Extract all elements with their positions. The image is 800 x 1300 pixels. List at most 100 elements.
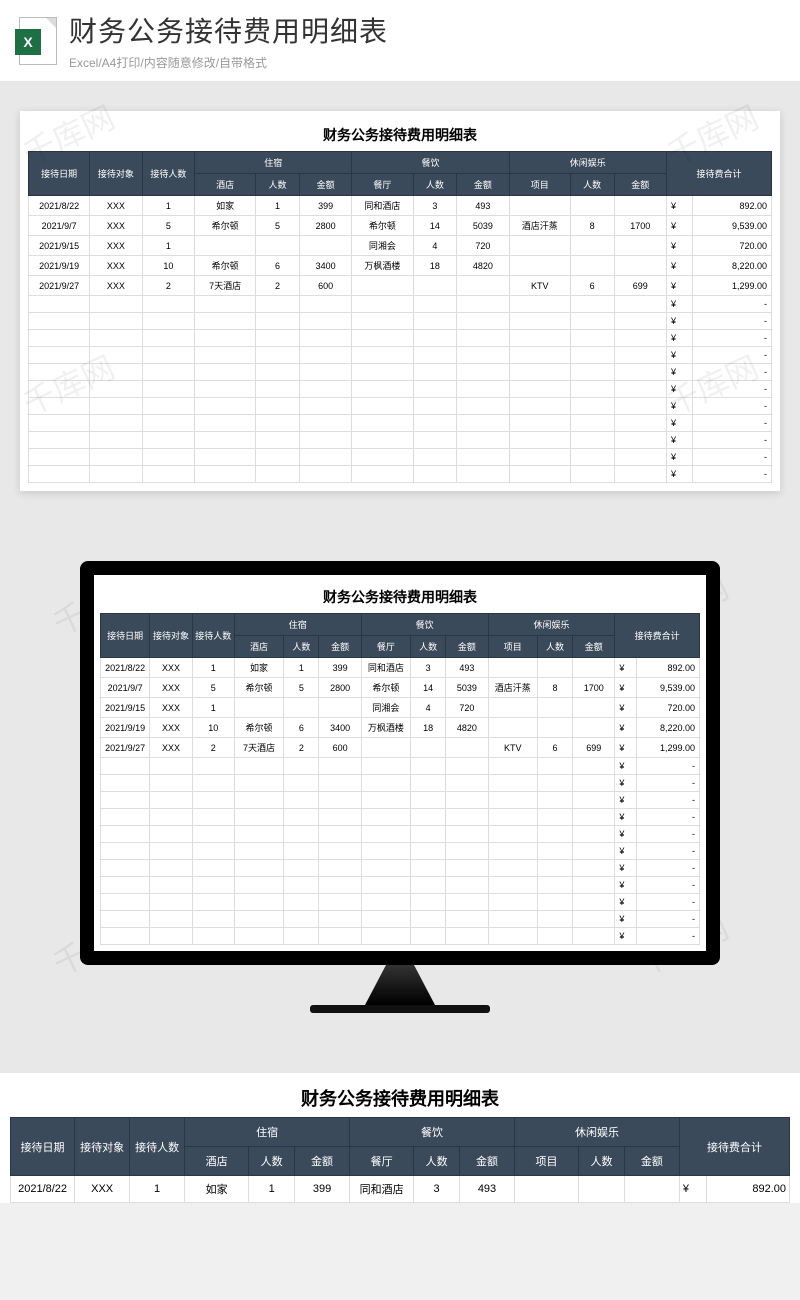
col-lodging: 住宿 (234, 614, 361, 636)
col-hotel: 酒店 (234, 636, 283, 658)
col-l-people: 人数 (256, 174, 300, 196)
monitor-screen: 财务公务接待费用明细表 接待日期接待对象接待人数住宿餐饮休闲娱乐接待费合计酒店人… (94, 575, 706, 951)
table-row: 2021/9/7XXX5希尔顿52800希尔顿145039酒店汗蒸81700¥9… (101, 678, 700, 698)
col-total: 接待费合计 (679, 1118, 789, 1176)
col-l-amount: 金额 (299, 174, 351, 196)
col-l-amount: 金额 (295, 1147, 350, 1176)
table-row: ¥- (101, 809, 700, 826)
col-people: 接待人数 (130, 1118, 185, 1176)
col-project: 项目 (514, 1147, 578, 1176)
table-row: 2021/8/22XXX1如家1399同和酒店3493¥892.00 (101, 658, 700, 678)
col-e-amount: 金额 (614, 174, 666, 196)
col-target: 接待对象 (90, 152, 142, 196)
table-row: 2021/9/15XXX1同湘会4720¥720.00 (29, 236, 772, 256)
col-l-people: 人数 (284, 636, 319, 658)
col-e-people: 人数 (537, 636, 572, 658)
table-row: ¥- (29, 296, 772, 313)
col-people: 接待人数 (142, 152, 194, 196)
monitor-base (310, 1005, 490, 1013)
table-row: 2021/9/27XXX27天酒店2600KTV6699¥1,299.00 (101, 738, 700, 758)
table-row: ¥- (29, 313, 772, 330)
col-lodging: 住宿 (185, 1118, 350, 1147)
table-row: ¥- (101, 843, 700, 860)
spreadsheet-preview: 财务公务接待费用明细表 接待日期接待对象接待人数住宿餐饮休闲娱乐接待费合计酒店人… (20, 111, 780, 491)
col-d-people: 人数 (414, 1147, 460, 1176)
sheet-title: 财务公务接待费用明细表 (100, 581, 700, 613)
expense-table-slot: 接待日期接待对象接待人数住宿餐饮休闲娱乐接待费合计酒店人数金额餐厅人数金额项目人… (28, 151, 772, 483)
table-row: ¥- (29, 398, 772, 415)
col-dining: 餐饮 (350, 1118, 515, 1147)
excel-file-icon: X (15, 15, 57, 67)
table-row: ¥- (29, 415, 772, 432)
col-hotel: 酒店 (185, 1147, 249, 1176)
monitor-preview-panel: 千库网 千库网 千库网 千库网 财务公务接待费用明细表 接待日期接待对象接待人数… (0, 521, 800, 1073)
col-leisure: 休闲娱乐 (514, 1118, 679, 1147)
table-row: 2021/9/19XXX10希尔顿63400万枫酒楼184820¥8,220.0… (29, 256, 772, 276)
table-row: ¥- (101, 792, 700, 809)
col-total: 接待费合计 (615, 614, 700, 658)
table-row: ¥- (101, 826, 700, 843)
table-row: ¥- (101, 877, 700, 894)
page-subtitle: Excel/A4打印/内容随意修改/自带格式 (69, 54, 785, 71)
col-l-amount: 金额 (319, 636, 361, 658)
col-target: 接待对象 (75, 1118, 130, 1176)
table-row: ¥- (101, 775, 700, 792)
col-d-amount: 金额 (457, 174, 509, 196)
col-dining: 餐饮 (352, 152, 509, 174)
table-row: ¥- (101, 911, 700, 928)
table-row: 2021/8/22XXX1如家1399同和酒店3493¥892.00 (11, 1176, 790, 1203)
monitor-frame: 财务公务接待费用明细表 接待日期接待对象接待人数住宿餐饮休闲娱乐接待费合计酒店人… (80, 561, 720, 965)
col-restaurant: 餐厅 (350, 1147, 414, 1176)
expense-table-slot: 接待日期接待对象接待人数住宿餐饮休闲娱乐接待费合计酒店人数金额餐厅人数金额项目人… (10, 1117, 790, 1203)
col-target: 接待对象 (150, 614, 192, 658)
table-row: 2021/9/7XXX5希尔顿52800希尔顿145039酒店汗蒸81700¥9… (29, 216, 772, 236)
col-leisure: 休闲娱乐 (488, 614, 615, 636)
col-e-people: 人数 (579, 1147, 625, 1176)
sheet-title: 财务公务接待费用明细表 (28, 119, 772, 151)
col-project: 项目 (488, 636, 537, 658)
col-dining: 餐饮 (361, 614, 488, 636)
table-row: ¥- (29, 347, 772, 364)
col-total: 接待费合计 (666, 152, 771, 196)
col-leisure: 休闲娱乐 (509, 152, 666, 174)
col-people: 接待人数 (192, 614, 234, 658)
table-row: ¥- (29, 449, 772, 466)
excel-badge: X (15, 29, 41, 55)
col-restaurant: 餐厅 (361, 636, 410, 658)
table-row: ¥- (29, 330, 772, 347)
col-d-amount: 金额 (446, 636, 488, 658)
table-row: 2021/8/22XXX1如家1399同和酒店3493¥892.00 (29, 196, 772, 216)
table-row: ¥- (101, 894, 700, 911)
col-d-amount: 金额 (460, 1147, 515, 1176)
table-row: ¥- (101, 928, 700, 945)
col-e-amount: 金额 (624, 1147, 679, 1176)
col-date: 接待日期 (29, 152, 90, 196)
expense-table-slot: 接待日期接待对象接待人数住宿餐饮休闲娱乐接待费合计酒店人数金额餐厅人数金额项目人… (100, 613, 700, 945)
col-d-people: 人数 (413, 174, 457, 196)
col-date: 接待日期 (101, 614, 150, 658)
table-row: 2021/9/27XXX27天酒店2600KTV6699¥1,299.00 (29, 276, 772, 296)
table-row: ¥- (29, 364, 772, 381)
table-row: ¥- (29, 381, 772, 398)
expense-table: 接待日期接待对象接待人数住宿餐饮休闲娱乐接待费合计酒店人数金额餐厅人数金额项目人… (10, 1117, 790, 1203)
table-row: 2021/9/15XXX1同湘会4720¥720.00 (101, 698, 700, 718)
flat-preview-panel: 千库网 千库网 千库网 千库网 财务公务接待费用明细表 接待日期接待对象接待人数… (0, 81, 800, 521)
expense-table: 接待日期接待对象接待人数住宿餐饮休闲娱乐接待费合计酒店人数金额餐厅人数金额项目人… (28, 151, 772, 483)
expense-table: 接待日期接待对象接待人数住宿餐饮休闲娱乐接待费合计酒店人数金额餐厅人数金额项目人… (100, 613, 700, 945)
col-e-amount: 金额 (573, 636, 615, 658)
table-row: 2021/9/19XXX10希尔顿63400万枫酒楼184820¥8,220.0… (101, 718, 700, 738)
bottom-crop-preview: 财务公务接待费用明细表 接待日期接待对象接待人数住宿餐饮休闲娱乐接待费合计酒店人… (0, 1073, 800, 1203)
page-header: X 财务公务接待费用明细表 Excel/A4打印/内容随意修改/自带格式 (0, 0, 800, 81)
table-row: ¥- (29, 466, 772, 483)
col-hotel: 酒店 (195, 174, 256, 196)
col-e-people: 人数 (570, 174, 614, 196)
col-d-people: 人数 (411, 636, 446, 658)
col-l-people: 人数 (249, 1147, 295, 1176)
page-title: 财务公务接待费用明细表 (69, 10, 785, 50)
col-project: 项目 (509, 174, 570, 196)
col-lodging: 住宿 (195, 152, 352, 174)
table-row: ¥- (101, 758, 700, 775)
col-date: 接待日期 (11, 1118, 75, 1176)
col-restaurant: 餐厅 (352, 174, 413, 196)
sheet-title: 财务公务接待费用明细表 (10, 1077, 790, 1117)
